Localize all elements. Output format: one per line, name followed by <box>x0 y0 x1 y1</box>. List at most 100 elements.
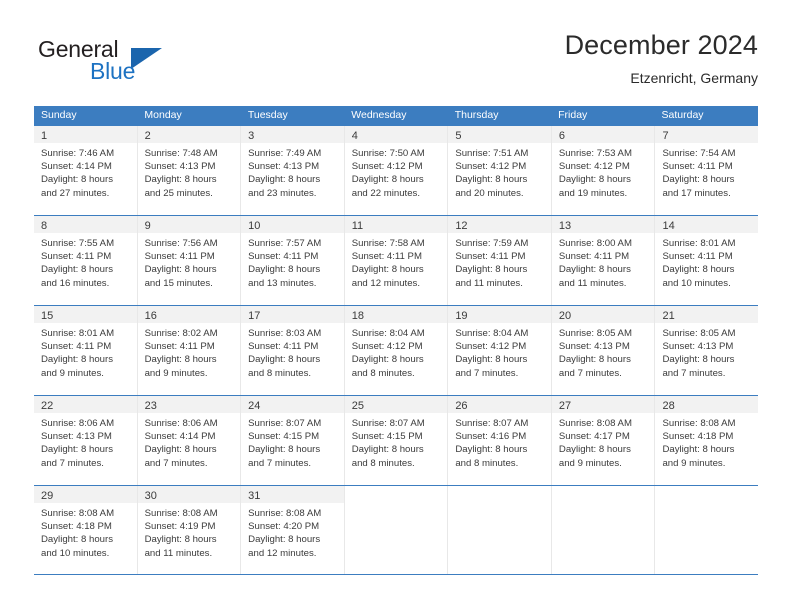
day-number: 11 <box>351 220 364 232</box>
day-details: Sunrise: 8:06 AM Sunset: 4:14 PM Dayligh… <box>138 413 241 470</box>
weekday-header-friday: Friday <box>558 109 588 121</box>
day-cell[interactable]: 5 Sunrise: 7:51 AM Sunset: 4:12 PM Dayli… <box>448 126 552 215</box>
daylight-text-line1: Daylight: 8 hours <box>41 354 113 366</box>
day-details: Sunrise: 8:08 AM Sunset: 4:19 PM Dayligh… <box>138 503 241 560</box>
daylight-text-line1: Daylight: 8 hours <box>662 264 735 276</box>
brand-name-bottom: Blue <box>90 58 136 84</box>
day-cell[interactable]: 22 Sunrise: 8:06 AM Sunset: 4:13 PM Dayl… <box>34 396 138 485</box>
day-details: Sunrise: 7:59 AM Sunset: 4:11 PM Dayligh… <box>448 233 551 290</box>
day-cell[interactable]: 28 Sunrise: 8:08 AM Sunset: 4:18 PM Dayl… <box>655 396 759 485</box>
day-cell[interactable]: 29 Sunrise: 8:08 AM Sunset: 4:18 PM Dayl… <box>34 486 138 575</box>
day-cell[interactable]: 17 Sunrise: 8:03 AM Sunset: 4:11 PM Dayl… <box>241 306 345 395</box>
sunset-text: Sunset: 4:11 PM <box>41 251 112 263</box>
weekday-header-monday: Monday <box>144 109 182 121</box>
daylight-text-line2: and 25 minutes. <box>144 187 213 199</box>
day-number-bar: 7 <box>655 126 759 143</box>
sunrise-text: Sunrise: 8:07 AM <box>248 418 322 429</box>
day-number: 28 <box>662 400 675 412</box>
day-cell[interactable]: 7 Sunrise: 7:54 AM Sunset: 4:11 PM Dayli… <box>655 126 759 215</box>
day-cell[interactable]: 11 Sunrise: 7:58 AM Sunset: 4:11 PM Dayl… <box>344 216 449 305</box>
sunset-text: Sunset: 4:13 PM <box>248 161 320 173</box>
daylight-text-line1: Daylight: 8 hours <box>41 174 113 186</box>
sunset-text: Sunset: 4:11 PM <box>248 341 319 353</box>
day-cell[interactable]: 25 Sunrise: 8:07 AM Sunset: 4:15 PM Dayl… <box>344 396 449 485</box>
day-cell[interactable]: 23 Sunrise: 8:06 AM Sunset: 4:14 PM Dayl… <box>137 396 242 485</box>
day-number: 15 <box>41 310 54 322</box>
daylight-text-line2: and 8 minutes. <box>351 367 415 379</box>
day-cell[interactable]: 20 Sunrise: 8:05 AM Sunset: 4:13 PM Dayl… <box>551 306 656 395</box>
sunrise-text: Sunrise: 8:07 AM <box>455 418 529 429</box>
daylight-text-line1: Daylight: 8 hours <box>558 264 631 276</box>
day-number-bar: 9 <box>137 216 241 233</box>
day-cell[interactable]: 6 Sunrise: 7:53 AM Sunset: 4:12 PM Dayli… <box>551 126 656 215</box>
day-cell[interactable]: 10 Sunrise: 7:57 AM Sunset: 4:11 PM Dayl… <box>241 216 345 305</box>
daylight-text-line2: and 27 minutes. <box>41 187 110 199</box>
daylight-text-line2: and 22 minutes. <box>351 187 421 199</box>
daylight-text-line2: and 7 minutes. <box>248 457 312 469</box>
day-cell[interactable]: 26 Sunrise: 8:07 AM Sunset: 4:16 PM Dayl… <box>448 396 552 485</box>
day-number: 25 <box>351 400 364 412</box>
day-cell[interactable]: 2 Sunrise: 7:48 AM Sunset: 4:13 PM Dayli… <box>137 126 242 215</box>
day-cell[interactable]: 21 Sunrise: 8:05 AM Sunset: 4:13 PM Dayl… <box>655 306 759 395</box>
day-cell[interactable]: 15 Sunrise: 8:01 AM Sunset: 4:11 PM Dayl… <box>34 306 138 395</box>
day-cell[interactable]: 18 Sunrise: 8:04 AM Sunset: 4:12 PM Dayl… <box>344 306 449 395</box>
day-details: Sunrise: 8:03 AM Sunset: 4:11 PM Dayligh… <box>241 323 344 380</box>
day-details: Sunrise: 8:05 AM Sunset: 4:13 PM Dayligh… <box>655 323 758 380</box>
daylight-text-line1: Daylight: 8 hours <box>558 354 631 366</box>
sunrise-text: Sunrise: 8:04 AM <box>351 328 425 339</box>
daylight-text-line2: and 9 minutes. <box>662 457 726 469</box>
sunset-text: Sunset: 4:11 PM <box>248 251 319 263</box>
day-cell[interactable]: 8 Sunrise: 7:55 AM Sunset: 4:11 PM Dayli… <box>34 216 138 305</box>
daylight-text-line1: Daylight: 8 hours <box>41 444 113 456</box>
day-cell[interactable]: 14 Sunrise: 8:01 AM Sunset: 4:11 PM Dayl… <box>655 216 759 305</box>
day-cell[interactable]: 12 Sunrise: 7:59 AM Sunset: 4:11 PM Dayl… <box>448 216 552 305</box>
daylight-text-line1: Daylight: 8 hours <box>248 174 321 186</box>
day-cell[interactable]: 3 Sunrise: 7:49 AM Sunset: 4:13 PM Dayli… <box>241 126 345 215</box>
sunrise-text: Sunrise: 7:49 AM <box>248 148 322 159</box>
day-cell-empty <box>448 486 552 575</box>
weekday-header-saturday: Saturday <box>661 109 704 121</box>
calendar-bottom-border <box>34 574 758 575</box>
day-number: 27 <box>558 400 572 412</box>
day-details: Sunrise: 7:57 AM Sunset: 4:11 PM Dayligh… <box>241 233 344 290</box>
day-cell-empty <box>655 486 759 575</box>
calendar-page: General Blue December 2024 Etzenricht, G… <box>0 0 792 612</box>
day-number: 20 <box>558 310 572 322</box>
sunrise-text: Sunrise: 7:59 AM <box>455 238 529 249</box>
day-number: 19 <box>455 310 468 322</box>
day-number-bar: 23 <box>137 396 241 413</box>
sunset-text: Sunset: 4:11 PM <box>558 251 630 263</box>
day-details: Sunrise: 8:07 AM Sunset: 4:15 PM Dayligh… <box>345 413 448 470</box>
daylight-text-line1: Daylight: 8 hours <box>144 354 217 366</box>
day-number-bar: 4 <box>344 126 448 143</box>
sunrise-text: Sunrise: 7:56 AM <box>144 238 218 249</box>
daylight-text-line2: and 12 minutes. <box>248 547 317 559</box>
day-cell[interactable]: 4 Sunrise: 7:50 AM Sunset: 4:12 PM Dayli… <box>344 126 449 215</box>
day-number: 26 <box>455 400 468 412</box>
daylight-text-line2: and 7 minutes. <box>662 367 726 379</box>
day-cell[interactable]: 30 Sunrise: 8:08 AM Sunset: 4:19 PM Dayl… <box>137 486 242 575</box>
day-cell[interactable]: 1 Sunrise: 7:46 AM Sunset: 4:14 PM Dayli… <box>34 126 138 215</box>
daylight-text-line2: and 19 minutes. <box>558 187 628 199</box>
sunrise-text: Sunrise: 7:51 AM <box>455 148 529 159</box>
day-cell[interactable]: 24 Sunrise: 8:07 AM Sunset: 4:15 PM Dayl… <box>241 396 345 485</box>
day-cell[interactable]: 31 Sunrise: 8:08 AM Sunset: 4:20 PM Dayl… <box>241 486 345 575</box>
daylight-text-line2: and 9 minutes. <box>41 367 104 379</box>
day-cell[interactable]: 9 Sunrise: 7:56 AM Sunset: 4:11 PM Dayli… <box>137 216 242 305</box>
sunset-text: Sunset: 4:12 PM <box>558 161 630 173</box>
day-cell[interactable]: 27 Sunrise: 8:08 AM Sunset: 4:17 PM Dayl… <box>551 396 656 485</box>
day-number-bar: 18 <box>344 306 448 323</box>
day-cell[interactable]: 16 Sunrise: 8:02 AM Sunset: 4:11 PM Dayl… <box>137 306 242 395</box>
day-number: 10 <box>248 220 261 232</box>
daylight-text-line1: Daylight: 8 hours <box>41 264 113 276</box>
day-number: 31 <box>248 490 261 502</box>
weekday-header-thursday: Thursday <box>454 109 499 121</box>
day-details: Sunrise: 8:05 AM Sunset: 4:13 PM Dayligh… <box>552 323 655 380</box>
day-details: Sunrise: 8:08 AM Sunset: 4:20 PM Dayligh… <box>241 503 344 560</box>
calendar-grid: Sunday Monday Tuesday Wednesday Thursday… <box>34 106 759 575</box>
day-number: 12 <box>455 220 468 232</box>
brand-logo[interactable]: General Blue <box>38 36 208 96</box>
day-cell[interactable]: 13 Sunrise: 8:00 AM Sunset: 4:11 PM Dayl… <box>551 216 656 305</box>
day-cell[interactable]: 19 Sunrise: 8:04 AM Sunset: 4:12 PM Dayl… <box>448 306 552 395</box>
daylight-text-line1: Daylight: 8 hours <box>662 444 735 456</box>
